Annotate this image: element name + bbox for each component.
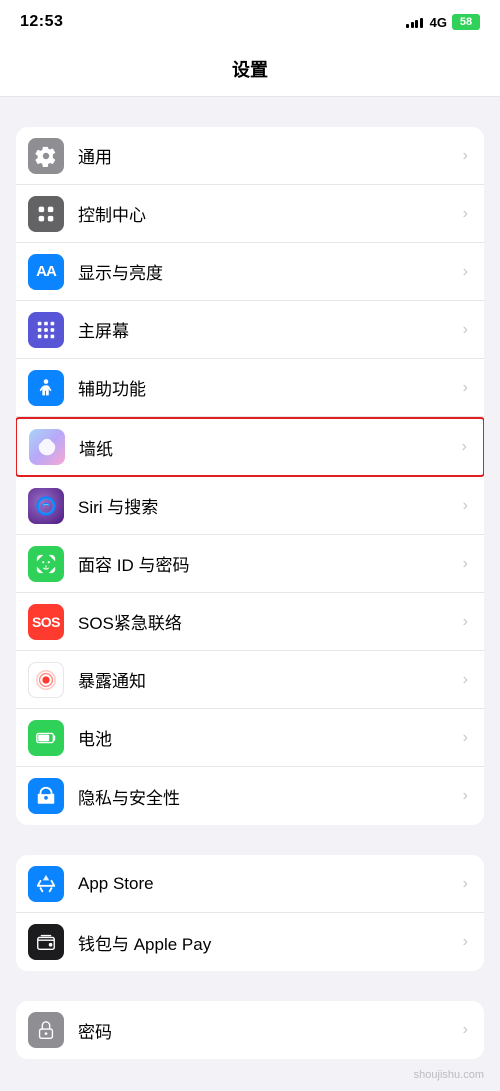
display-label: 显示与亮度 [78,259,463,284]
faceid-icon [28,546,64,582]
status-time: 12:53 [20,13,63,31]
status-icons: 4G 58 [406,14,480,30]
home-screen-chevron: › [463,321,468,339]
wallet-item[interactable]: 钱包与 Apple Pay › [16,913,484,971]
sos-icon: SOS [28,604,64,640]
siri-label: Siri 与搜索 [78,493,463,518]
password-icon [28,1012,64,1048]
display-icon: AA [28,254,64,290]
signal-icon [406,16,423,28]
wallet-label: 钱包与 Apple Pay [78,930,463,955]
home-screen-item[interactable]: 主屏幕 › [16,301,484,359]
general-icon [28,138,64,174]
siri-icon [28,488,64,524]
settings-group-2: App Store › 钱包与 Apple Pay › [16,855,484,971]
control-center-label: 控制中心 [78,201,463,226]
siri-item[interactable]: Siri 与搜索 › [16,477,484,535]
home-screen-label: 主屏幕 [78,317,463,342]
status-bar: 12:53 4G 58 [0,0,500,44]
exposure-label: 暴露通知 [78,667,463,692]
wallpaper-icon [29,429,65,465]
accessibility-icon [28,370,64,406]
display-chevron: › [463,263,468,281]
accessibility-item[interactable]: 辅助功能 › [16,359,484,417]
page-title: 设置 [232,60,268,80]
privacy-label: 隐私与安全性 [78,784,463,809]
appstore-item[interactable]: App Store › [16,855,484,913]
faceid-chevron: › [463,555,468,573]
control-center-icon [28,196,64,232]
battery-chevron: › [463,729,468,747]
battery-indicator: 58 [452,14,480,30]
sos-item[interactable]: SOS SOS紧急联络 › [16,593,484,651]
appstore-icon [28,866,64,902]
battery-item[interactable]: 电池 › [16,709,484,767]
navigation-bar: 设置 [0,44,500,97]
battery-icon [28,720,64,756]
password-label: 密码 [78,1018,463,1043]
sos-label: SOS紧急联络 [78,609,463,634]
general-chevron: › [463,147,468,165]
display-item[interactable]: AA 显示与亮度 › [16,243,484,301]
privacy-icon [28,778,64,814]
wallpaper-chevron: › [462,438,467,456]
exposure-item[interactable]: 暴露通知 › [16,651,484,709]
privacy-chevron: › [463,787,468,805]
accessibility-label: 辅助功能 [78,375,463,400]
control-center-chevron: › [463,205,468,223]
accessibility-chevron: › [463,379,468,397]
settings-group-1: 通用 › 控制中心 › AA 显示与亮度 › [16,127,484,825]
appstore-label: App Store [78,874,463,894]
network-type: 4G [430,15,447,30]
general-label: 通用 [78,143,463,168]
watermark: shoujishu.com [0,1059,500,1091]
battery-label: 电池 [78,725,463,750]
password-chevron: › [463,1021,468,1039]
general-item[interactable]: 通用 › [16,127,484,185]
faceid-item[interactable]: 面容 ID 与密码 › [16,535,484,593]
siri-chevron: › [463,497,468,515]
sos-chevron: › [463,613,468,631]
wallpaper-item[interactable]: 墙纸 › [16,417,484,477]
home-screen-icon [28,312,64,348]
control-center-item[interactable]: 控制中心 › [16,185,484,243]
appstore-chevron: › [463,875,468,893]
password-item[interactable]: 密码 › [16,1001,484,1059]
privacy-item[interactable]: 隐私与安全性 › [16,767,484,825]
wallpaper-label: 墙纸 [79,435,462,460]
exposure-chevron: › [463,671,468,689]
settings-group-3: 密码 › [16,1001,484,1059]
wallet-chevron: › [463,933,468,951]
wallet-icon [28,924,64,960]
exposure-icon [28,662,64,698]
faceid-label: 面容 ID 与密码 [78,551,463,576]
